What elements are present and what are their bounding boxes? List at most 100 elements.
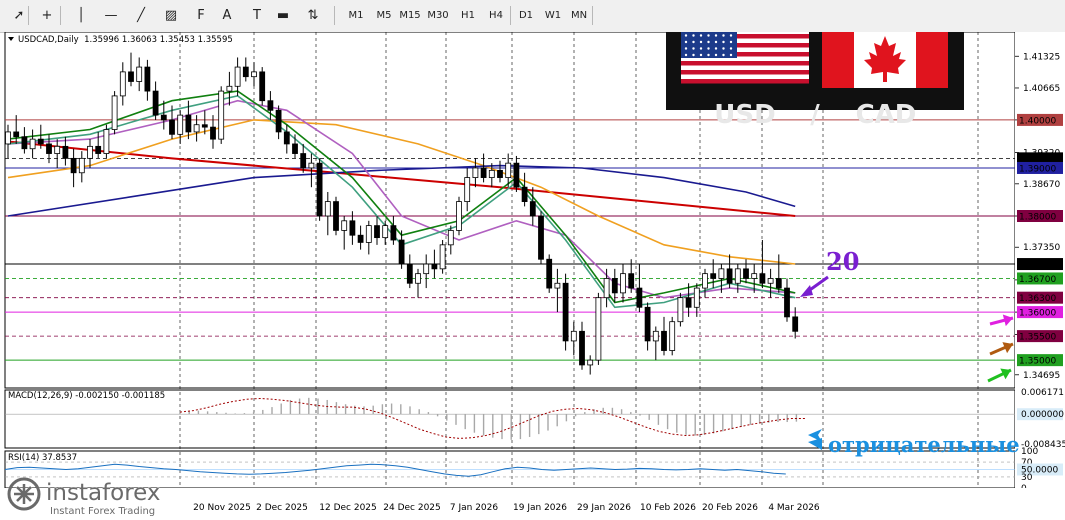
candle-body (21, 136, 28, 150)
separator-label: / (810, 100, 820, 130)
candle-body (218, 90, 225, 140)
channel-icon[interactable]: ▨ (160, 5, 182, 26)
candle-body (177, 114, 184, 135)
timeframe-h4-button[interactable]: H4 (484, 5, 508, 26)
level-label-text: 1.40000 (1019, 116, 1056, 126)
candle-body (505, 162, 512, 178)
timeframe-m30-button[interactable]: M30 (426, 5, 450, 26)
candle-body (497, 169, 503, 178)
candle-body (308, 162, 315, 169)
level-label-text: 1.36300 (1019, 294, 1056, 304)
candle-body (62, 145, 69, 159)
candle-body (185, 114, 192, 133)
toolbar: ➚ + │ — ╱ ▨ F A T ▬ ⇅ M1 M5 M15 M30 H1 H4 D1 W1 MN (0, 0, 1065, 33)
level-label-text: 1.35000 (1019, 357, 1056, 367)
candle-body (333, 201, 339, 231)
candle-body (144, 66, 151, 92)
fibonacci-icon[interactable]: F (190, 5, 212, 26)
level-label-text: 1.38000 (1019, 213, 1056, 223)
candle-body (570, 330, 577, 342)
candle (546, 254, 553, 293)
candle-body (734, 268, 741, 284)
candle-body (267, 100, 274, 111)
candle-body (693, 287, 700, 308)
timeframe-m5-button[interactable]: M5 (372, 5, 396, 26)
candle-body (636, 287, 643, 308)
price-tick-label: 1.40665 (1023, 84, 1060, 94)
candle-body (54, 145, 61, 154)
candle-body (357, 234, 364, 243)
date-axis-label: 12 Dec 2025 (319, 503, 377, 513)
level-label-text: 1.37000 (1019, 261, 1056, 271)
candle-body (87, 145, 93, 159)
candle (669, 316, 676, 356)
candle-body (193, 124, 200, 133)
candle-body (529, 201, 536, 217)
candle-body (406, 263, 413, 284)
candle-body (480, 167, 487, 178)
candle-body (759, 273, 766, 284)
crosshair-icon[interactable]: + (36, 5, 58, 26)
canada-flag-icon (822, 32, 948, 88)
timeframe-m1-button[interactable]: M1 (344, 5, 368, 26)
candle-body (521, 186, 528, 202)
candle-body (587, 359, 594, 366)
candle-body (751, 273, 758, 279)
candle-body (595, 297, 602, 361)
horizontal-line-icon[interactable]: — (100, 5, 122, 26)
candle (111, 91, 118, 135)
label-icon[interactable]: T (246, 5, 268, 26)
candle-body (382, 225, 389, 239)
candle-body (439, 244, 446, 270)
macd-tick-label: 0.000000 (1021, 410, 1064, 420)
timeframe-mn-button[interactable]: MN (567, 5, 591, 26)
date-axis-label: 7 Jan 2026 (450, 503, 498, 513)
rsi-label: RSI(14) 37.8537 (8, 453, 77, 463)
candle-body (628, 273, 635, 289)
level-label-text: 1.36700 (1019, 275, 1056, 285)
candle-body (652, 330, 659, 342)
level-label: 1.36000 (1017, 306, 1063, 319)
candle-body (251, 71, 257, 78)
candle-body (743, 268, 749, 279)
timeframe-h1-button[interactable]: H1 (456, 5, 480, 26)
timeframe-w1-button[interactable]: W1 (541, 5, 565, 26)
date-axis-label: 19 Jan 2026 (513, 503, 567, 513)
level-label: 1.36700 (1017, 272, 1063, 285)
candle-body (259, 71, 266, 102)
candle (562, 273, 569, 351)
candle-body (169, 119, 175, 135)
date-axis-label: 4 Mar 2026 (768, 503, 820, 513)
vertical-line-icon[interactable]: │ (70, 5, 92, 26)
symbol-info: USDCAD,Daily 1.35996 1.36063 1.35453 1.3… (18, 35, 233, 45)
candle-body (46, 143, 52, 154)
price-tick-label: 1.41325 (1023, 52, 1060, 62)
text-icon[interactable]: A (216, 5, 238, 26)
candle-body (242, 66, 249, 78)
candle-body (538, 215, 544, 260)
candle-body (792, 316, 799, 332)
candle-body (341, 220, 348, 231)
candle-body (398, 239, 405, 265)
candle-body (349, 220, 356, 236)
arrows-icon[interactable]: ⇅ (302, 5, 324, 26)
candle-body (685, 297, 692, 308)
timeframe-d1-button[interactable]: D1 (514, 5, 538, 26)
candle-body (447, 230, 454, 246)
candle (677, 292, 684, 327)
cursor-icon[interactable]: ➚ (8, 5, 30, 26)
candle-body (579, 330, 585, 366)
candle-body (611, 278, 618, 294)
date-axis-label: 20 Feb 2026 (702, 503, 758, 513)
rectangle-icon[interactable]: ▬ (272, 5, 294, 26)
candle (218, 86, 225, 144)
chart-area[interactable]: 1.413251.406651.400001.393201.386701.380… (0, 32, 1065, 520)
trendline-icon[interactable]: ╱ (130, 5, 152, 26)
candle-body (111, 95, 118, 130)
level-label: 1.36300 (1017, 291, 1063, 304)
candle-body (119, 71, 126, 97)
cad-label: CAD (856, 100, 917, 130)
timeframe-m15-button[interactable]: M15 (398, 5, 422, 26)
level-label-text: 1.35500 (1019, 333, 1056, 343)
candle-body (210, 126, 216, 140)
